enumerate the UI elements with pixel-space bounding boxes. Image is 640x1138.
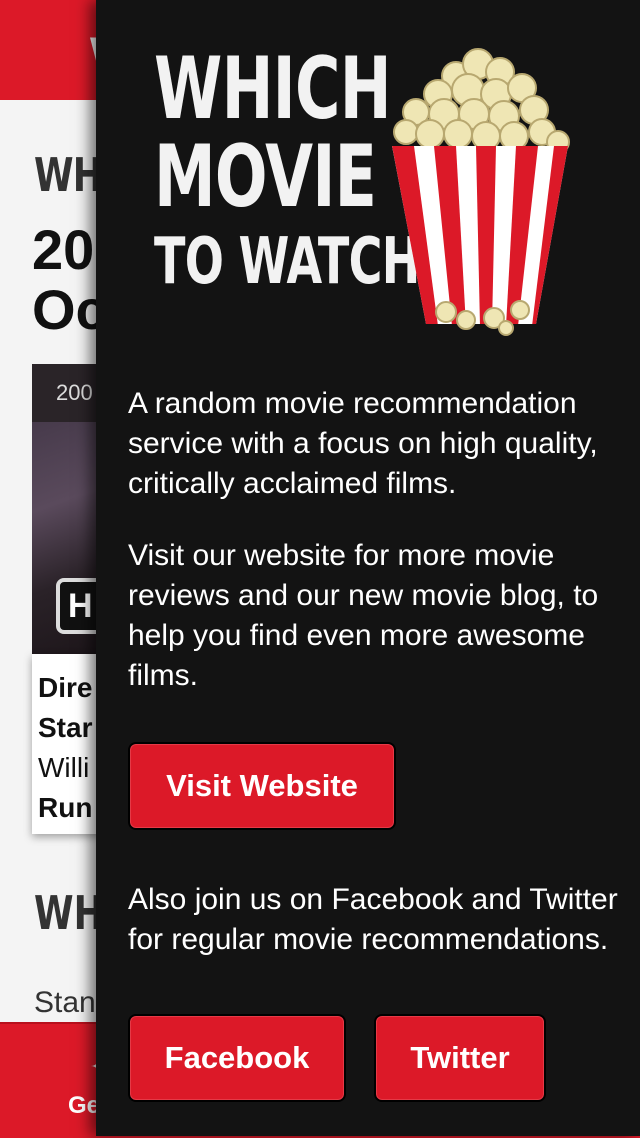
visit-website-button[interactable]: Visit Website [128,742,396,830]
popcorn-icon [392,48,570,336]
social-description: Also join us on Facebook and Twitter for… [128,883,618,956]
logo-line-3: TO WATCH [154,225,420,299]
info-director-label: Dire [38,672,93,703]
logo-line-1: WHICH [154,39,392,139]
intro-text: A random movie recommendation service wi… [128,387,598,500]
section-heading: WH [34,148,103,202]
logo-line-2: MOVIE [154,127,377,227]
app-logo: WHICH MOVIE TO WATCH [154,46,574,336]
info-stars-value: Willi [38,752,90,783]
facebook-button[interactable]: Facebook [128,1014,346,1102]
twitter-button[interactable]: Twitter [374,1014,546,1102]
section-heading-2: WH [34,886,104,940]
logo-text: WHICH MOVIE TO WATCH [154,46,420,302]
info-stars-label: Star [38,712,93,743]
website-description: Visit our website for more movie reviews… [128,539,599,692]
side-drawer: WHICH MOVIE TO WATCH A random movie reco… [96,0,640,1136]
info-runtime-label: Run [38,792,93,823]
section-text-2: Stan [34,986,96,1019]
